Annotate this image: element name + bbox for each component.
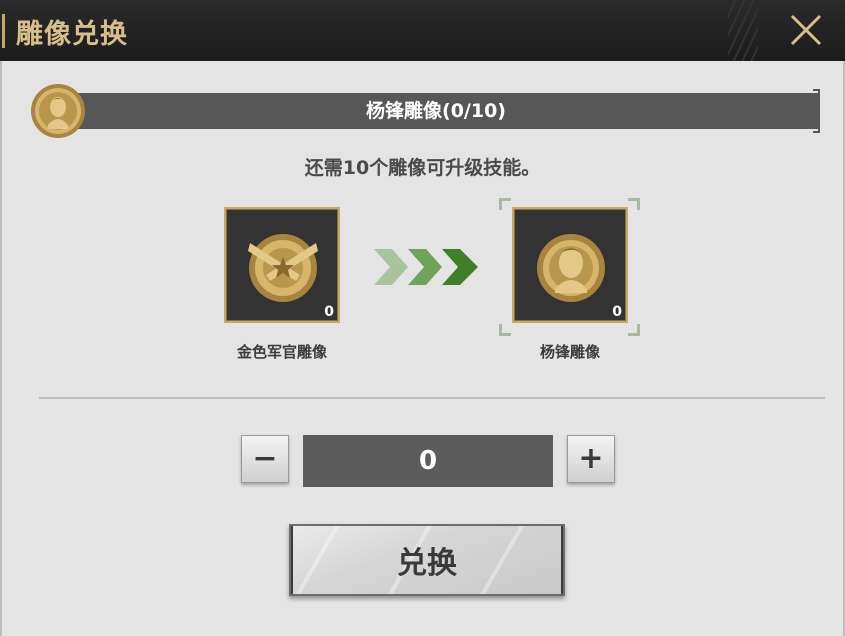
selection-corner [628, 198, 640, 210]
dialog-title: 雕像兑换 [16, 19, 128, 50]
statue-progress-label: 杨锋雕像(0/10) [366, 100, 506, 122]
upgrade-hint: 还需10个雕像可升级技能。 [304, 157, 541, 179]
selection-corner [628, 324, 640, 336]
quantity-input[interactable]: 0 [303, 435, 553, 487]
button-edge-left [291, 526, 293, 594]
triple-chevron-right-icon [374, 249, 478, 285]
statue-progress-bar: 杨锋雕像(0/10) [54, 89, 820, 133]
bar-bracket [813, 89, 820, 133]
source-statue-name: 金色军官雕像 [236, 343, 327, 361]
target-statue-name: 杨锋雕像 [539, 343, 600, 361]
target-statue-slot[interactable]: 0 [512, 207, 628, 323]
source-statue-slot[interactable]: 0 [224, 207, 340, 323]
portrait-medal-icon [31, 84, 85, 138]
target-count: 0 [612, 304, 622, 320]
close-x-icon [790, 14, 822, 46]
exchange-button[interactable]: 兑换 [289, 524, 565, 596]
dialog-body: 杨锋雕像(0/10) 还需10个雕像可升级技能。 0 金色军官雕像 0 杨锋雕像… [0, 61, 845, 636]
section-divider [39, 397, 825, 399]
header-decoration [728, 0, 758, 61]
exchange-button-label: 兑换 [397, 546, 457, 581]
selection-corner [499, 324, 511, 336]
dialog-header: 雕像兑换 [0, 0, 845, 61]
increase-quantity-button[interactable]: + [567, 435, 615, 483]
crossed-pistols-medal-icon [248, 234, 318, 302]
title-accent-bar [2, 14, 5, 48]
selection-corner [499, 198, 511, 210]
decrease-quantity-button[interactable]: − [241, 435, 289, 483]
source-count: 0 [324, 304, 334, 320]
close-button[interactable] [778, 6, 834, 54]
button-edge-right [561, 526, 563, 594]
portrait-medal-icon [537, 234, 605, 302]
